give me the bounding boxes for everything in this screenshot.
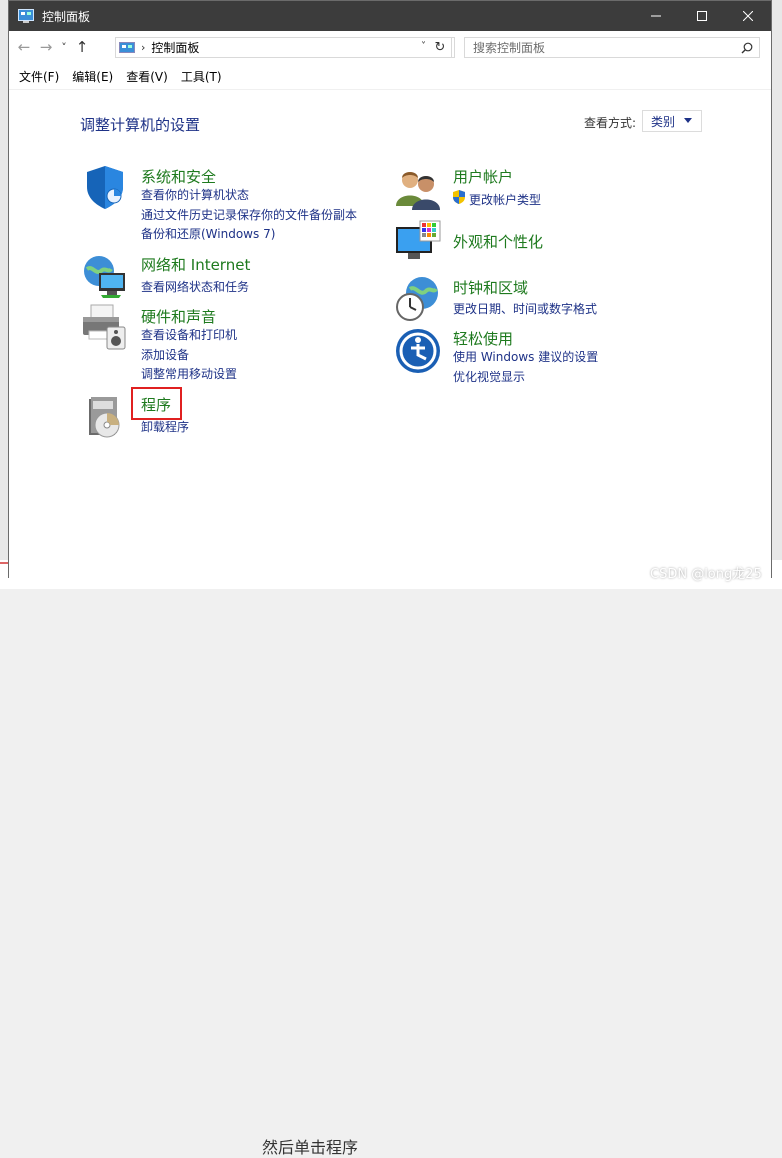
maximize-button[interactable] xyxy=(679,1,725,31)
category-title-user-accounts[interactable]: 用户帐户 xyxy=(453,166,513,187)
category-title-appearance-personalization[interactable]: 外观和个性化 xyxy=(453,231,543,252)
view-by-value: 类别 xyxy=(651,114,676,129)
content-area: 调整计算机的设置 查看方式: 类别 系统和安全 查看你的计算机状态 通过文件历史… xyxy=(9,91,771,578)
link-change-account-type[interactable]: 更改帐户类型 xyxy=(469,191,541,208)
category-title-clock-region[interactable]: 时钟和区域 xyxy=(453,277,528,298)
background-accent-line xyxy=(0,562,8,564)
category-title-ease-of-access[interactable]: 轻松使用 xyxy=(453,328,513,349)
search-box[interactable]: 搜索控制面板 xyxy=(464,37,760,58)
control-panel-icon xyxy=(18,9,34,23)
menu-file[interactable]: 文件(F) xyxy=(19,68,59,85)
link-mobility-settings[interactable]: 调整常用移动设置 xyxy=(141,365,237,382)
shield-icon[interactable] xyxy=(81,163,129,211)
users-icon[interactable] xyxy=(394,166,442,214)
menu-bar: 文件(F) 编辑(E) 查看(V) 工具(T) xyxy=(9,63,771,90)
back-button[interactable]: ← xyxy=(13,38,35,56)
background-text: 然后单击程序 xyxy=(262,1138,359,1157)
link-file-history-backup[interactable]: 通过文件历史记录保存你的文件备份副本 xyxy=(141,206,357,223)
close-button[interactable] xyxy=(725,1,771,31)
view-by-label: 查看方式: xyxy=(584,116,637,130)
menu-edit[interactable]: 编辑(E) xyxy=(72,68,113,85)
menu-view[interactable]: 查看(V) xyxy=(126,68,168,85)
link-windows-recommended-settings[interactable]: 使用 Windows 建议的设置 xyxy=(453,348,598,365)
window-title: 控制面板 xyxy=(42,9,91,24)
chevron-down-icon xyxy=(684,118,692,123)
forward-button[interactable]: → xyxy=(35,38,57,56)
title-bar[interactable]: 控制面板 xyxy=(9,1,771,31)
minimize-button[interactable] xyxy=(633,1,679,31)
programs-disc-icon[interactable] xyxy=(81,393,129,441)
ease-of-access-icon[interactable] xyxy=(394,327,442,375)
view-by-dropdown[interactable]: 类别 xyxy=(642,110,702,132)
network-globe-icon[interactable] xyxy=(81,251,129,299)
link-devices-printers[interactable]: 查看设备和打印机 xyxy=(141,326,237,343)
minimize-icon xyxy=(651,15,661,17)
link-uninstall-program[interactable]: 卸载程序 xyxy=(141,418,189,435)
control-panel-icon xyxy=(119,41,135,53)
clock-globe-icon[interactable] xyxy=(394,275,442,323)
link-date-time-format[interactable]: 更改日期、时间或数字格式 xyxy=(453,300,597,317)
refresh-button[interactable]: ↻ xyxy=(429,37,452,58)
navigation-bar: ← → ˅ ↑ › 控制面板 ˅ ↻ 搜索控制面板 xyxy=(9,31,771,63)
address-bar[interactable]: › 控制面板 ˅ xyxy=(115,37,455,58)
category-title-network-internet[interactable]: 网络和 Internet xyxy=(141,254,250,275)
up-button[interactable]: ↑ xyxy=(71,38,93,56)
watermark: CSDN @long龙25 xyxy=(650,567,762,582)
link-view-computer-status[interactable]: 查看你的计算机状态 xyxy=(141,186,249,203)
link-network-status[interactable]: 查看网络状态和任务 xyxy=(141,278,249,295)
close-icon xyxy=(743,11,753,21)
search-input[interactable]: 搜索控制面板 xyxy=(473,39,741,56)
background-page-right xyxy=(772,0,782,589)
background-page-left xyxy=(0,0,8,589)
page-title: 调整计算机的设置 xyxy=(80,116,201,134)
printer-speaker-icon[interactable] xyxy=(81,303,129,351)
address-text[interactable]: 控制面板 xyxy=(151,39,199,56)
category-title-system-security[interactable]: 系统和安全 xyxy=(141,166,216,187)
category-title-hardware-sound[interactable]: 硬件和声音 xyxy=(141,306,216,327)
control-panel-window: 控制面板 ← → ˅ ↑ › 控制面板 ˅ ↻ 搜索控制面板 文件(F) 编辑(… xyxy=(8,0,772,578)
link-backup-restore[interactable]: 备份和还原(Windows 7) xyxy=(141,225,275,242)
uac-shield-icon xyxy=(453,190,465,204)
address-dropdown-button[interactable]: ˅ xyxy=(421,41,426,52)
category-title-programs[interactable]: 程序 xyxy=(141,394,171,415)
link-optimize-visual-display[interactable]: 优化视觉显示 xyxy=(453,368,525,385)
monitor-palette-icon[interactable] xyxy=(394,219,442,267)
address-separator[interactable]: › xyxy=(141,41,145,54)
menu-tools[interactable]: 工具(T) xyxy=(181,68,222,85)
link-add-device[interactable]: 添加设备 xyxy=(141,346,189,363)
search-icon[interactable] xyxy=(741,42,753,54)
recent-locations-button[interactable]: ˅ xyxy=(57,41,71,54)
maximize-icon xyxy=(697,11,707,21)
